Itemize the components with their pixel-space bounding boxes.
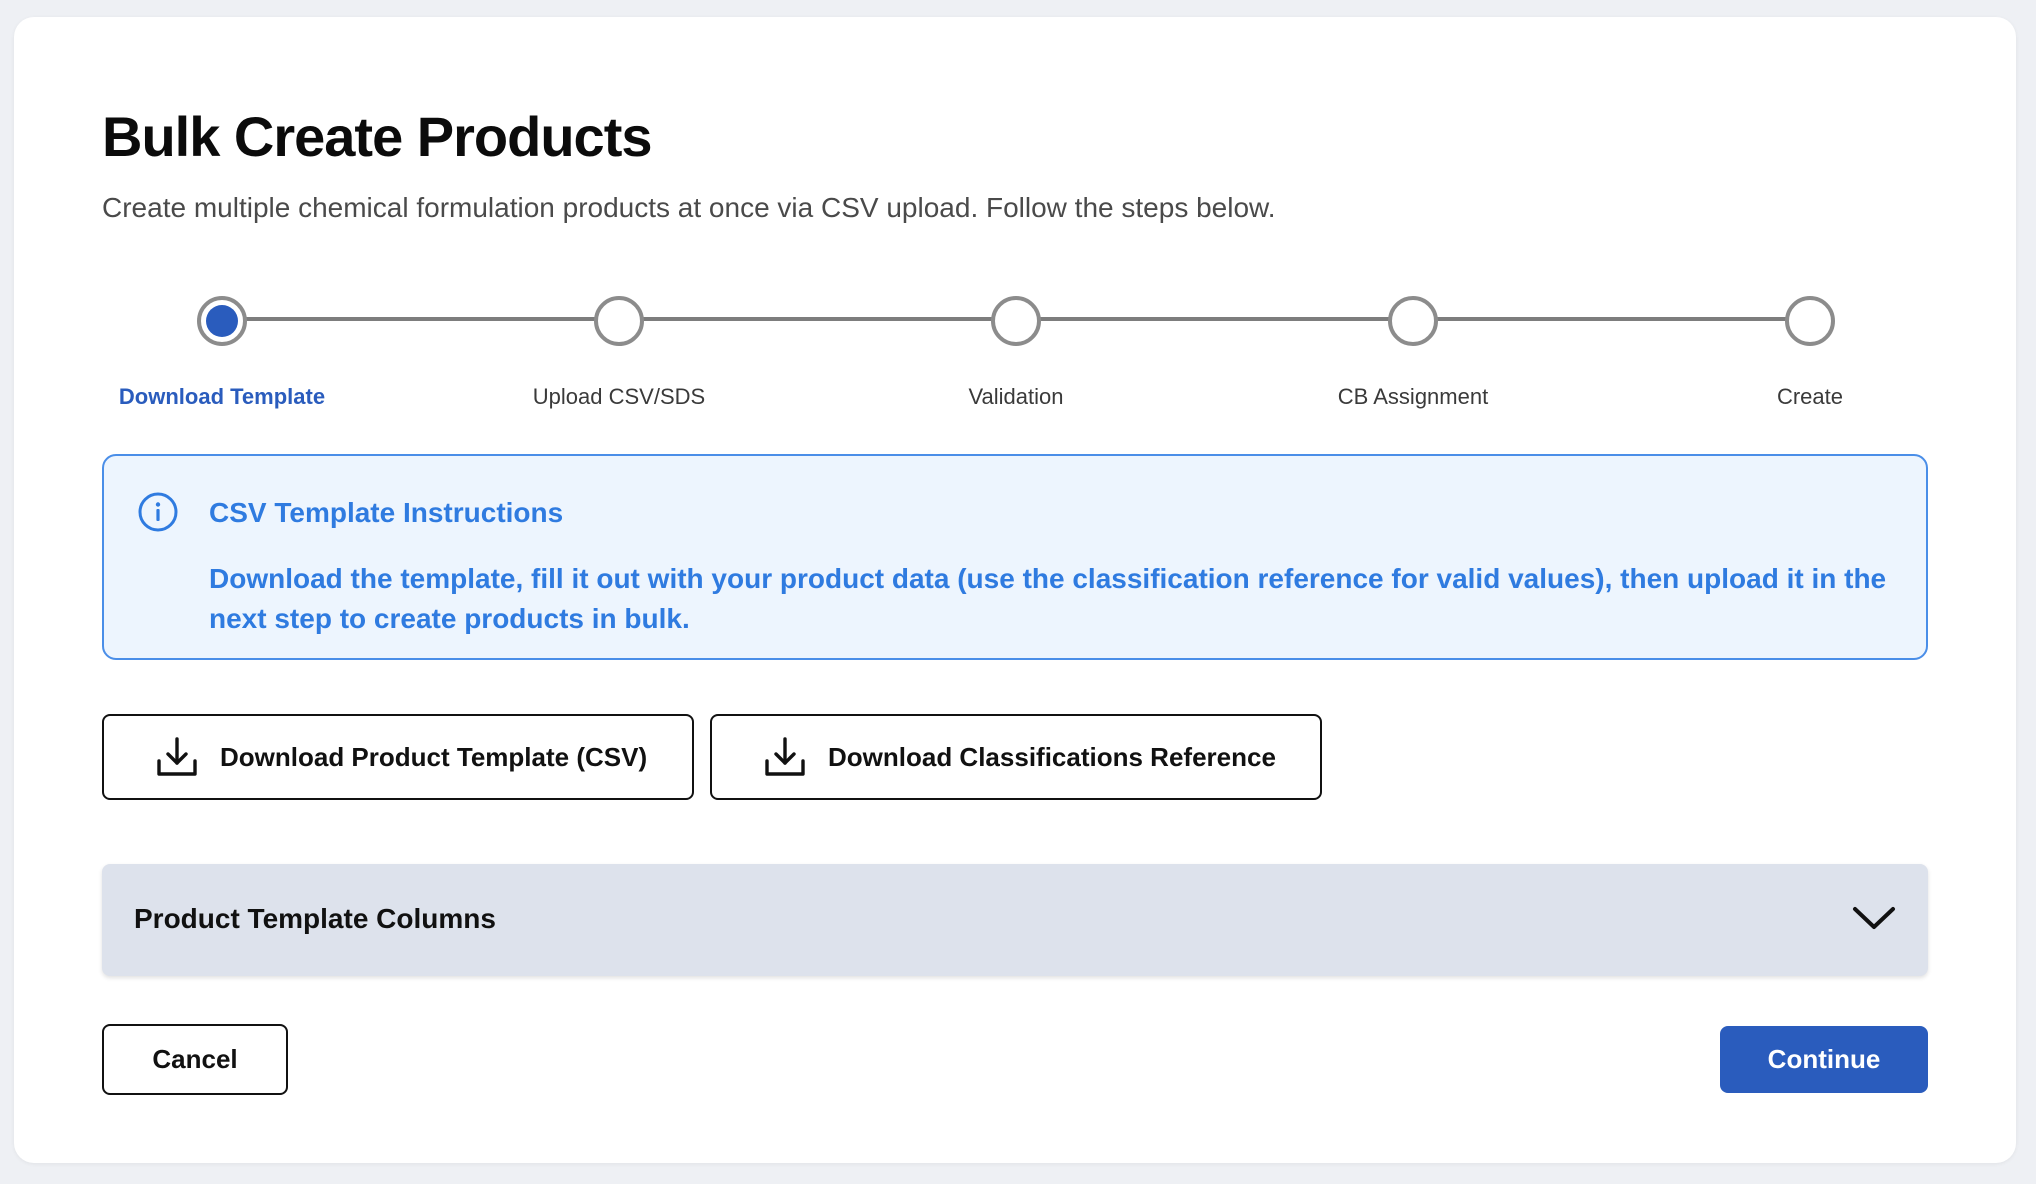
step-upload-csv-sds: Upload CSV/SDS: [469, 277, 769, 410]
step-indicator: [1388, 296, 1438, 346]
cancel-button[interactable]: Cancel: [102, 1024, 288, 1095]
step-indicator: [594, 296, 644, 346]
step-indicator-active: [197, 296, 247, 346]
download-product-template-button[interactable]: Download Product Template (CSV): [102, 714, 694, 800]
step-cb-assignment: CB Assignment: [1263, 277, 1563, 410]
progress-stepper: Download Template Upload CSV/SDS Validat…: [102, 277, 1930, 427]
step-label: Download Template: [118, 384, 326, 409]
step-download-template: Download Template: [72, 277, 372, 410]
product-template-columns-accordion[interactable]: Product Template Columns: [102, 864, 1928, 976]
alert-title: CSV Template Instructions: [209, 497, 564, 528]
bulk-create-card: Bulk Create Products Create multiple che…: [14, 17, 2016, 1163]
step-label: Create: [1776, 384, 1844, 409]
step-label: CB Assignment: [1337, 384, 1489, 409]
page-title: Bulk Create Products: [102, 105, 652, 168]
step-label: Upload CSV/SDS: [532, 384, 706, 409]
step-create: Create: [1660, 277, 1960, 410]
csv-instructions-alert: CSV Template Instructions Download the t…: [102, 454, 1928, 660]
download-classifications-reference-button[interactable]: Download Classifications Reference: [710, 714, 1322, 800]
download-icon: [157, 737, 197, 776]
step-indicator: [991, 296, 1041, 346]
page-subtitle: Create multiple chemical formulation pro…: [102, 192, 1276, 223]
step-label: Validation: [968, 384, 1064, 409]
step-validation: Validation: [866, 277, 1166, 410]
continue-button[interactable]: Continue: [1720, 1026, 1928, 1093]
download-icon: [765, 737, 805, 776]
button-label: Download Classifications Reference: [828, 741, 1276, 772]
info-circle-icon: [138, 492, 178, 532]
alert-body: Download the template, fill it out with …: [209, 563, 1887, 634]
chevron-down-icon[interactable]: [1852, 900, 1896, 936]
step-indicator: [1785, 296, 1835, 346]
button-label: Download Product Template (CSV): [220, 741, 648, 772]
accordion-title: Product Template Columns: [134, 903, 496, 934]
